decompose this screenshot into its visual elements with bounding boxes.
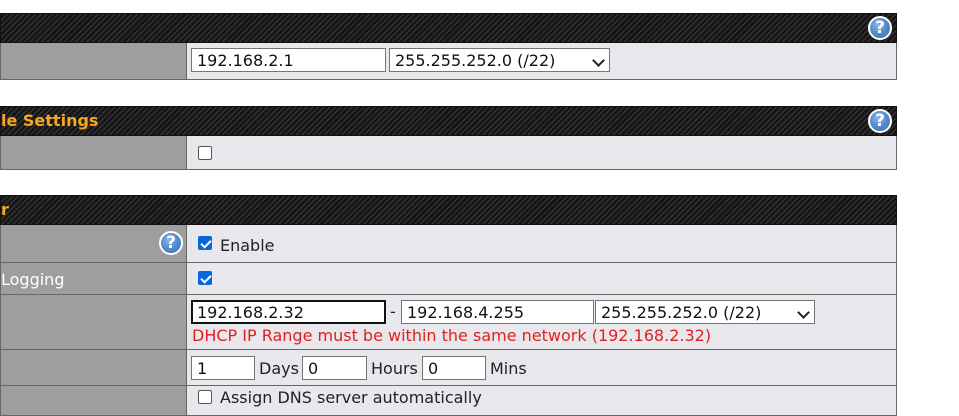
help-icon[interactable]: ? [868, 16, 892, 40]
dhcp-enable-checkbox[interactable] [198, 236, 212, 250]
dns-auto-label: Assign DNS server automatically [220, 388, 482, 407]
settings-value-cell [188, 136, 896, 169]
settings-label-cell [1, 136, 187, 169]
dhcp-logging-row: Logging [0, 263, 897, 295]
settings-row [0, 136, 897, 170]
dhcp-dns-row: Assign DNS server automatically [0, 386, 897, 416]
lease-hours-label: Hours [371, 359, 418, 378]
ip-range-mask-value: 255.255.252.0 (/22) [601, 303, 762, 322]
ip-address-input[interactable]: 192.168.2.1 [191, 48, 386, 72]
help-icon[interactable]: ? [159, 231, 183, 255]
ip-range-mask-select[interactable]: 255.255.252.0 (/22) [595, 300, 815, 324]
dns-auto-checkbox[interactable] [198, 390, 212, 404]
settings-panel: le Settings ? [0, 106, 897, 170]
dhcp-logging-label: Logging [1, 270, 65, 289]
dhcp-enable-row: ? Enable [0, 225, 897, 263]
dhcp-panel: r ? Enable Logging 192.168.2.32 - 192.16… [0, 195, 897, 416]
dhcp-lease-time-value-cell: 1 Days 0 Hours 0 Mins [188, 350, 896, 385]
lan-panel-header: ? [0, 13, 897, 43]
dhcp-panel-title: r [1, 200, 9, 219]
dhcp-dns-label-cell [1, 386, 187, 415]
lan-panel: ? 192.168.2.1 255.255.252.0 (/22) [0, 13, 897, 80]
settings-panel-title: le Settings [1, 111, 99, 130]
chevron-down-icon [592, 54, 605, 67]
dhcp-logging-checkbox[interactable] [198, 271, 212, 285]
settings-checkbox[interactable] [198, 146, 212, 160]
lease-days-label: Days [259, 359, 299, 378]
dhcp-lease-time-row: 1 Days 0 Hours 0 Mins [0, 350, 897, 386]
dhcp-lease-time-label-cell [1, 350, 187, 385]
dhcp-panel-header: r [0, 195, 897, 225]
lease-hours-input[interactable]: 0 [302, 356, 367, 380]
dhcp-logging-label-cell: Logging [1, 263, 187, 294]
dhcp-enable-label: Enable [220, 236, 275, 255]
subnet-mask-select[interactable]: 255.255.252.0 (/22) [389, 48, 610, 72]
ip-address-row: 192.168.2.1 255.255.252.0 (/22) [0, 43, 897, 80]
dhcp-logging-value-cell [188, 263, 896, 294]
dhcp-enable-value-cell: Enable [188, 225, 896, 262]
subnet-mask-value: 255.255.252.0 (/22) [395, 51, 556, 70]
dhcp-ip-range-row: 192.168.2.32 - 192.168.4.255 255.255.252… [0, 295, 897, 350]
dhcp-ip-range-label-cell [1, 295, 187, 349]
dhcp-dns-value-cell: Assign DNS server automatically [188, 386, 896, 415]
dhcp-ip-range-value-cell: 192.168.2.32 - 192.168.4.255 255.255.252… [188, 295, 896, 349]
chevron-down-icon [797, 306, 810, 319]
lease-mins-input[interactable]: 0 [422, 356, 486, 380]
ip-address-value-cell: 192.168.2.1 255.255.252.0 (/22) [188, 43, 896, 79]
ip-range-start-input[interactable]: 192.168.2.32 [191, 300, 386, 324]
ip-address-label-cell [1, 43, 187, 79]
lease-days-input[interactable]: 1 [191, 356, 255, 380]
ip-range-end-input[interactable]: 192.168.4.255 [401, 300, 594, 324]
help-icon[interactable]: ? [868, 109, 892, 133]
ip-range-separator: - [390, 302, 396, 321]
dhcp-enable-label-cell: ? [1, 225, 187, 262]
lease-mins-label: Mins [490, 359, 527, 378]
settings-panel-header: le Settings ? [0, 106, 897, 136]
ip-range-error-text: DHCP IP Range must be within the same ne… [192, 326, 712, 345]
